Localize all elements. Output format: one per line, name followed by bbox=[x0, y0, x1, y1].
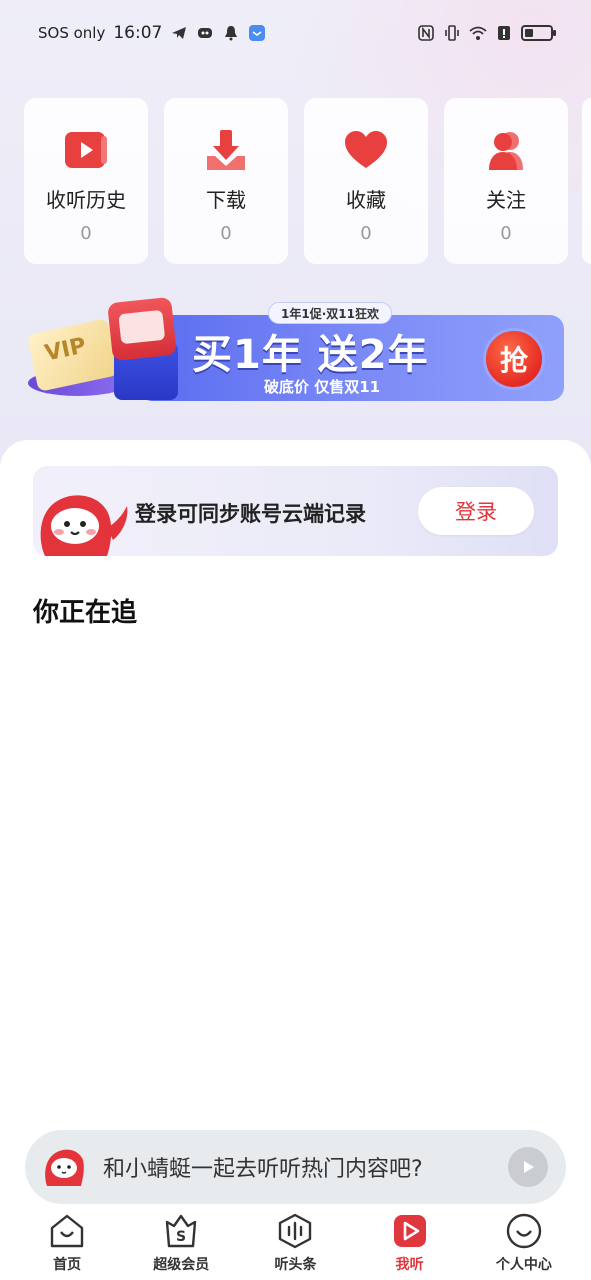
carrier-label: SOS only bbox=[38, 24, 106, 42]
favorites-label: 收藏 bbox=[346, 188, 386, 212]
play-icon bbox=[524, 1161, 534, 1173]
status-bar: SOS only 16:07 bbox=[0, 0, 591, 66]
history-count: 0 bbox=[80, 223, 92, 244]
mini-play-button[interactable] bbox=[508, 1147, 548, 1187]
login-button[interactable]: 登录 bbox=[418, 487, 534, 535]
banner-title: 买1年 送2年 bbox=[192, 332, 429, 378]
mascot-avatar-icon bbox=[45, 1149, 84, 1186]
next-card-peek bbox=[582, 98, 591, 264]
radio-icon bbox=[107, 296, 177, 362]
following-count: 0 bbox=[500, 223, 512, 244]
tab-profile-label: 个人中心 bbox=[495, 1257, 552, 1273]
mascot-icon bbox=[40, 495, 128, 556]
alert-icon bbox=[498, 26, 510, 40]
following-label: 关注 bbox=[486, 188, 526, 212]
clock: 16:07 bbox=[113, 23, 163, 43]
quick-actions: 收听历史 0 下载 0 收藏 0 关注 0 bbox=[24, 98, 568, 264]
tab-headlines-label: 听头条 bbox=[274, 1257, 317, 1273]
download-card[interactable]: 下载 0 bbox=[164, 98, 288, 264]
tab-listening-label: 我听 bbox=[395, 1257, 424, 1273]
history-card[interactable]: 收听历史 0 bbox=[24, 98, 148, 264]
app-notification-icon bbox=[249, 25, 266, 41]
banner-subtitle: 破底价 仅售双11 bbox=[264, 378, 381, 396]
download-count: 0 bbox=[220, 223, 232, 244]
smile-user-icon bbox=[506, 1213, 542, 1249]
mini-player[interactable]: 和小蜻蜓一起去听听热门内容吧? bbox=[25, 1130, 566, 1204]
wifi-icon bbox=[469, 26, 487, 40]
tab-vip-label: 超级会员 bbox=[153, 1257, 210, 1273]
tab-profile[interactable]: 个人中心 bbox=[474, 1212, 574, 1274]
play-square-icon bbox=[393, 1215, 426, 1247]
bell-icon bbox=[225, 26, 238, 41]
history-label: 收听历史 bbox=[46, 188, 126, 212]
vip-bag-icon: S bbox=[166, 1214, 197, 1248]
audio-wave-icon bbox=[279, 1213, 312, 1249]
bottom-tab-bar: 首页 S 超级会员 听头条 我听 个人中心 bbox=[0, 1206, 591, 1280]
tab-home-label: 首页 bbox=[53, 1257, 82, 1273]
vibrate-icon bbox=[445, 25, 459, 41]
heart-icon bbox=[345, 131, 387, 168]
following-card[interactable]: 关注 0 bbox=[444, 98, 568, 264]
nfc-icon bbox=[418, 25, 434, 41]
promo-banner[interactable]: VIP 1年1促·双11狂欢 买1年 送2年 破底价 仅售双11 抢 bbox=[26, 296, 564, 408]
download-icon bbox=[207, 130, 245, 170]
tab-listening[interactable]: 我听 bbox=[360, 1212, 460, 1274]
favorites-card[interactable]: 收藏 0 bbox=[304, 98, 428, 264]
follow-user-icon bbox=[489, 132, 523, 170]
mini-player-text: 和小蜻蜓一起去听听热门内容吧? bbox=[103, 1157, 423, 1182]
login-prompt-text: 登录可同步账号云端记录 bbox=[135, 502, 366, 526]
svg-text:S: S bbox=[176, 1229, 186, 1245]
grab-button[interactable]: 抢 bbox=[483, 328, 545, 390]
vip-text: VIP bbox=[42, 333, 89, 367]
download-label: 下载 bbox=[206, 188, 246, 212]
discord-icon bbox=[198, 28, 213, 38]
favorites-count: 0 bbox=[360, 223, 372, 244]
banner-tag: 1年1促·双11狂欢 bbox=[268, 302, 392, 324]
tab-headlines[interactable]: 听头条 bbox=[245, 1212, 345, 1274]
following-section-title: 你正在追 bbox=[33, 598, 138, 628]
history-play-icon bbox=[65, 132, 107, 168]
tab-vip[interactable]: S 超级会员 bbox=[131, 1212, 231, 1274]
telegram-icon bbox=[172, 27, 187, 39]
home-icon bbox=[50, 1214, 84, 1248]
tab-home[interactable]: 首页 bbox=[17, 1212, 117, 1274]
battery-icon bbox=[521, 25, 556, 41]
